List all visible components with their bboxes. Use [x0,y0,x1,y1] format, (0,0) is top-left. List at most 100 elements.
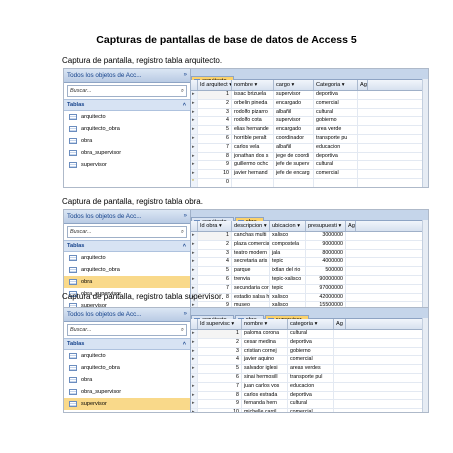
row-selector-header[interactable] [191,221,198,231]
row-selector[interactable]: ▸ [191,134,198,143]
table-cell[interactable]: cultural [288,400,334,409]
table-cell[interactable]: 3 [198,108,232,117]
table-cell[interactable]: 1 [198,91,232,99]
nav-pane-header[interactable]: Todos los objetos de Acc...» [64,210,190,224]
table-cell[interactable]: 2 [198,338,242,347]
table-row[interactable]: ▸ 1 issac brizuela supervisor deportiva [191,91,428,100]
chevron-up-icon[interactable]: ˄ [183,339,186,349]
table-row[interactable]: ▸ 3 rodolfo pizarro albañil cultural [191,108,428,118]
table-cell[interactable]: comercial [288,409,334,412]
table-row[interactable]: ▸ 6 horrible peralt coordinador transporte p… [191,134,428,144]
table-cell[interactable]: jefe de superv [274,161,314,170]
table-cell[interactable]: supervisor [274,117,314,126]
table-cell[interactable]: plaza comercia [232,240,270,249]
search-icon[interactable]: ⌕ [181,86,184,96]
table-cell[interactable]: 8000000 [306,249,346,258]
table-cell[interactable]: 8 [198,391,242,400]
column-header[interactable]: nombre ▾ [232,80,274,90]
table-cell[interactable]: 2 [198,99,232,108]
table-cell[interactable]: 4 [198,356,242,365]
row-selector[interactable]: ▸ [191,365,198,373]
table-row[interactable]: ▸ 7 carlos vela albañil educacion [191,143,428,153]
table-cell[interactable]: canchas multi [232,232,270,240]
table-cell[interactable]: gobierno [288,347,334,356]
nav-item-arquitecto[interactable]: arquitecto [64,350,190,362]
row-selector[interactable]: ▸ [191,108,198,117]
table-cell[interactable]: coordinador [274,134,314,143]
table-cell[interactable]: 6 [198,134,232,143]
table-cell[interactable]: cristian cornej [242,347,288,356]
table-cell[interactable]: sinai hermosill [242,373,288,382]
table-row[interactable]: ▸ 8 jonathan dos s jege de coordi deportiva [191,152,428,162]
row-selector[interactable]: ▸ [191,338,198,347]
nav-group-tablas[interactable]: Tablas ˄ [64,99,190,111]
table-cell[interactable]: secretaria aris [232,258,270,267]
table-cell[interactable]: jege de coordi [274,152,314,161]
table-cell[interactable]: compostela [270,240,306,249]
table-row[interactable]: ▸ 10 michelle carril comercial [191,409,428,412]
table-cell[interactable]: issac brizuela [232,91,274,99]
table-cell[interactable]: deportiva [314,152,358,161]
table-row[interactable]: ▸ 4 javier aquino comercial [191,356,428,366]
nav-group-tablas[interactable]: Tablas ˄ [64,338,190,350]
table-cell[interactable]: deportiva [314,91,358,99]
row-selector[interactable]: * [191,178,198,187]
search-input[interactable]: Buscar... ⌕ [67,85,187,97]
table-cell[interactable]: xalisco [270,232,306,240]
table-cell[interactable]: transporte pul [288,373,334,382]
search-icon[interactable]: ⌕ [181,227,184,237]
table-cell[interactable]: 9 [198,400,242,409]
vertical-scrollbar[interactable] [422,318,428,412]
row-selector[interactable]: ▸ [191,91,198,99]
column-header[interactable]: Ag [358,80,368,90]
table-row[interactable]: ▸ 2 orbelin pineda encargado comercial [191,99,428,109]
table-cell[interactable]: 7 [198,382,242,391]
table-cell[interactable] [274,178,314,187]
table-cell[interactable]: educacion [314,143,358,152]
table-cell[interactable]: elias hernande [232,126,274,134]
nav-pane-header[interactable]: Todos los objetos de Acc...» [64,308,190,322]
chevron-up-icon[interactable]: ˄ [183,100,186,110]
row-selector[interactable]: ▸ [191,258,198,267]
table-cell[interactable]: horrible peralt [232,134,274,143]
column-header[interactable]: descripcion ▾ [232,221,270,231]
table-cell[interactable]: 9000000 [306,240,346,249]
table-row[interactable]: ▸ 3 teatro modern jala 8000000 [191,249,428,259]
table-cell[interactable]: michelle carril [242,409,288,412]
table-cell[interactable]: albañil [274,143,314,152]
column-header[interactable]: cargo ▾ [274,80,314,90]
nav-pane-header[interactable]: Todos los objetos de Acc...» [64,69,190,83]
table-cell[interactable]: jefe de encarg [274,170,314,178]
table-cell[interactable]: deportiva [288,391,334,400]
table-cell[interactable]: salvador iglesi [242,365,288,373]
table-cell[interactable]: 6 [198,275,232,284]
row-selector[interactable]: ▸ [191,152,198,161]
table-row[interactable]: ▸ 9 fernanda hern cultural [191,400,428,410]
nav-item-obra-supervisor[interactable]: obra_supervisor [64,386,190,398]
table-row[interactable]: ▸ 5 elias hernande encargado area verde [191,126,428,135]
table-cell[interactable]: 5 [198,126,232,134]
row-selector[interactable]: ▸ [191,391,198,400]
table-cell[interactable]: 90000000 [306,275,346,284]
table-row[interactable]: ▸ 3 cristian cornej gobierno [191,347,428,357]
row-selector[interactable]: ▸ [191,356,198,365]
column-header[interactable]: categoria ▾ [288,319,334,329]
table-cell[interactable]: jonathan dos s [232,152,274,161]
table-cell[interactable]: secundaria cor [232,284,270,293]
chevron-down-icon[interactable]: » [184,69,187,82]
table-cell[interactable]: estadio salsa h [232,293,270,302]
row-selector[interactable]: ▸ [191,240,198,249]
nav-item-obra[interactable]: obra [64,135,190,147]
table-cell[interactable]: areas verdes [288,365,334,373]
row-selector[interactable]: ▸ [191,143,198,152]
row-selector[interactable]: ▸ [191,99,198,108]
row-selector[interactable]: ▸ [191,170,198,178]
table-cell[interactable]: cultural [288,330,334,338]
table-row[interactable]: ▸ 1 canchas multi xalisco 3000000 [191,232,428,241]
table-row[interactable]: ▸ 6 trenvia tepic-xalisco 90000000 [191,275,428,285]
nav-item-arquitecto-obra[interactable]: arquitecto_obra [64,264,190,276]
chevron-down-icon[interactable]: » [184,308,187,321]
column-header[interactable]: Ag [346,221,356,231]
table-cell[interactable]: xalisco [270,293,306,302]
table-cell[interactable]: 3 [198,347,242,356]
